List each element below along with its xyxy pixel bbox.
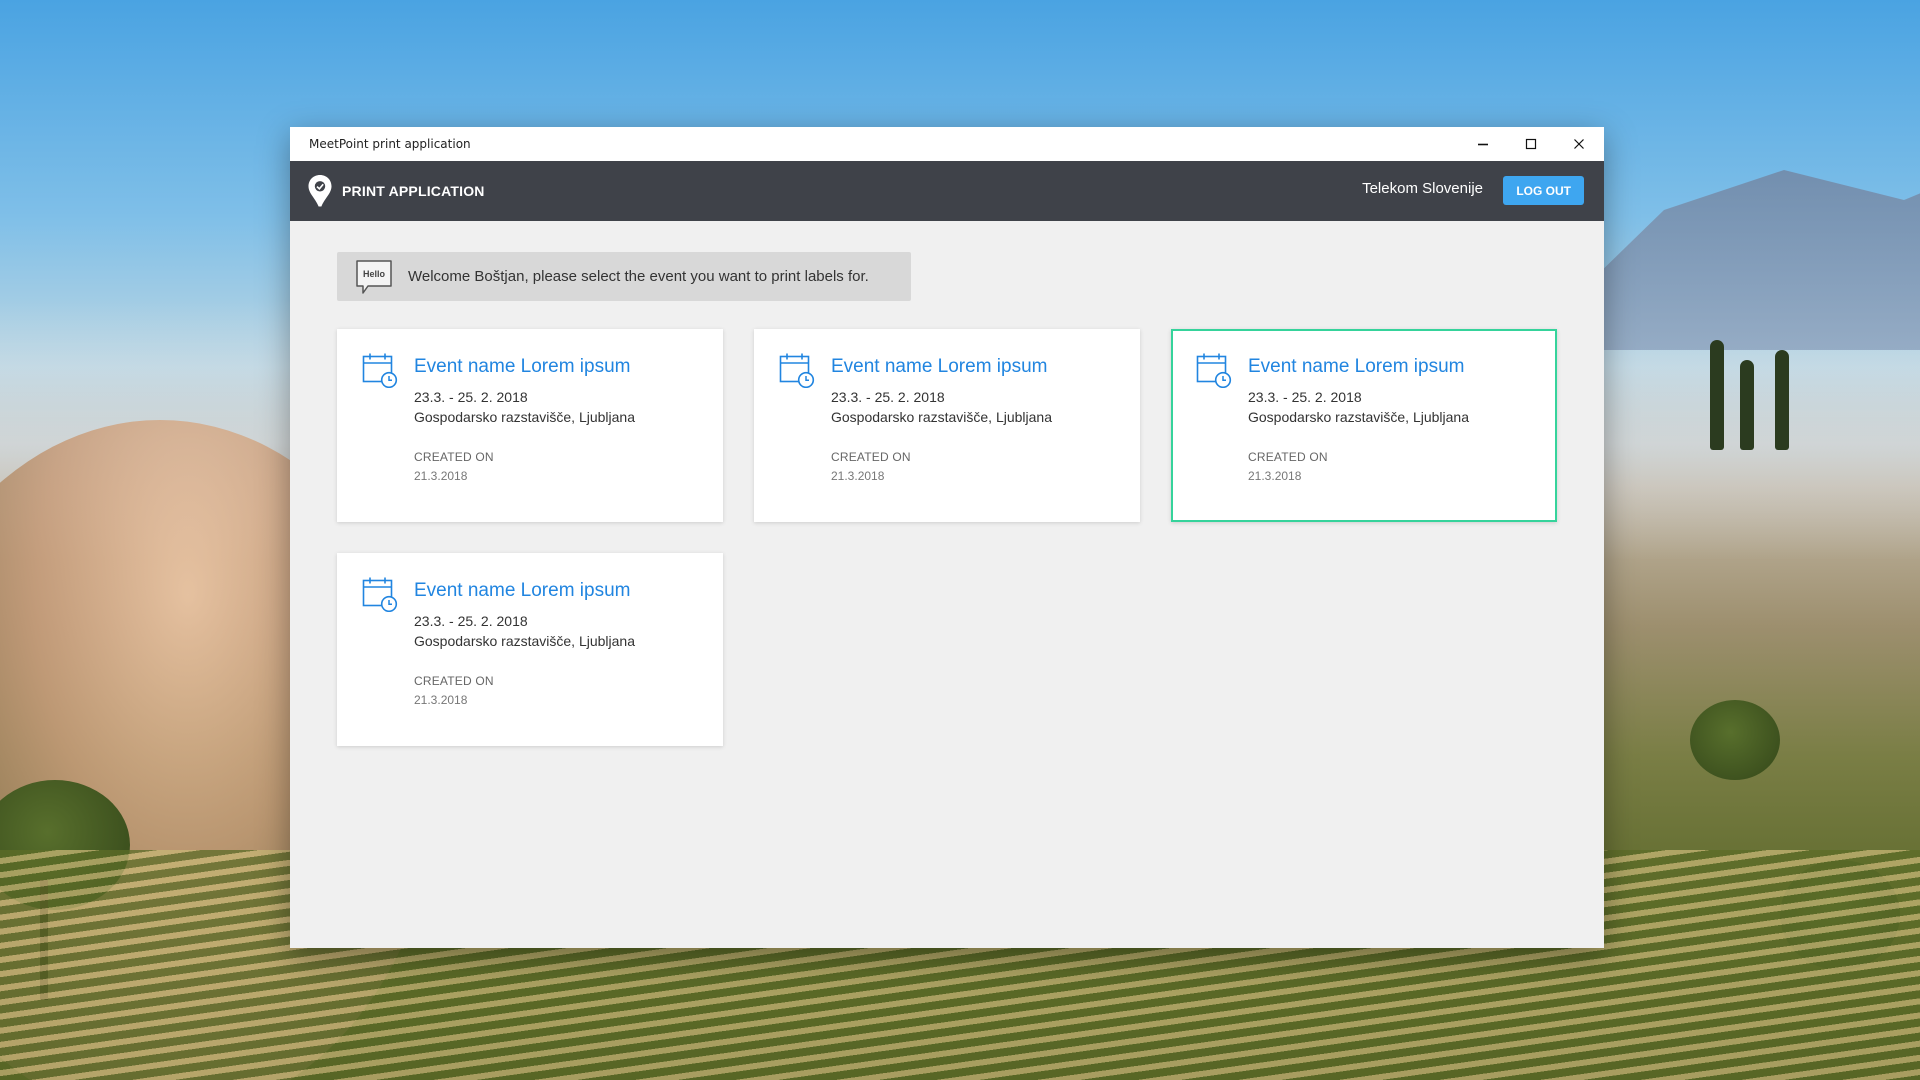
app-window: MeetPoint print application PRINT APPLIC… xyxy=(290,127,1604,948)
event-title[interactable]: Event name Lorem ipsum xyxy=(414,355,709,379)
close-button[interactable] xyxy=(1556,127,1602,161)
welcome-banner: Hello Welcome Boštjan, please select the… xyxy=(337,252,911,301)
event-card[interactable]: Event name Lorem ipsum 23.3. - 25. 2. 20… xyxy=(337,553,723,746)
created-on-date: 21.3.2018 xyxy=(414,469,468,483)
wallpaper-cypress xyxy=(1740,360,1754,450)
event-card[interactable]: Event name Lorem ipsum 23.3. - 25. 2. 20… xyxy=(754,329,1140,522)
calendar-clock-icon xyxy=(362,353,398,388)
event-venue: Gospodarsko razstavišče, Ljubljana xyxy=(1248,409,1470,425)
window-title: MeetPoint print application xyxy=(309,137,471,151)
close-icon xyxy=(1574,139,1584,149)
hello-badge-text: Hello xyxy=(363,269,386,279)
created-on-label: CREATED ON xyxy=(414,450,494,464)
event-venue: Gospodarsko razstavišče, Ljubljana xyxy=(831,409,1053,425)
app-title: PRINT APPLICATION xyxy=(342,183,485,199)
minimize-icon xyxy=(1478,143,1488,146)
event-card[interactable]: Event name Lorem ipsum 23.3. - 25. 2. 20… xyxy=(337,329,723,522)
event-card-selected[interactable]: Event name Lorem ipsum 23.3. - 25. 2. 20… xyxy=(1171,329,1557,522)
maximize-icon xyxy=(1525,138,1537,150)
wallpaper-cypress xyxy=(1710,340,1724,450)
event-title[interactable]: Event name Lorem ipsum xyxy=(831,355,1126,379)
window-titlebar[interactable]: MeetPoint print application xyxy=(290,127,1604,161)
event-title[interactable]: Event name Lorem ipsum xyxy=(1248,355,1543,379)
logout-button[interactable]: LOG OUT xyxy=(1503,176,1584,205)
created-on-date: 21.3.2018 xyxy=(831,469,885,483)
calendar-clock-icon xyxy=(1196,353,1232,388)
maximize-button[interactable] xyxy=(1508,127,1554,161)
calendar-clock-icon xyxy=(779,353,815,388)
hello-speech-bubble-icon: Hello xyxy=(356,259,392,294)
created-on-label: CREATED ON xyxy=(1248,450,1328,464)
event-venue: Gospodarsko razstavišče, Ljubljana xyxy=(414,409,636,425)
main-content: Hello Welcome Boštjan, please select the… xyxy=(290,221,1604,948)
event-dates: 23.3. - 25. 2. 2018 xyxy=(414,613,528,629)
created-on-label: CREATED ON xyxy=(414,674,494,688)
wallpaper-tree xyxy=(1690,700,1780,780)
app-header: PRINT APPLICATION Telekom Slovenije LOG … xyxy=(290,161,1604,221)
minimize-button[interactable] xyxy=(1460,127,1506,161)
location-pin-icon xyxy=(308,175,332,207)
created-on-label: CREATED ON xyxy=(831,450,911,464)
calendar-clock-icon xyxy=(362,577,398,612)
organization-name: Telekom Slovenije xyxy=(1362,180,1483,197)
event-venue: Gospodarsko razstavišče, Ljubljana xyxy=(414,633,636,649)
wallpaper-cypress xyxy=(1775,350,1789,450)
event-dates: 23.3. - 25. 2. 2018 xyxy=(1248,389,1362,405)
created-on-date: 21.3.2018 xyxy=(414,693,468,707)
event-dates: 23.3. - 25. 2. 2018 xyxy=(414,389,528,405)
event-title[interactable]: Event name Lorem ipsum xyxy=(414,579,709,603)
event-dates: 23.3. - 25. 2. 2018 xyxy=(831,389,945,405)
created-on-date: 21.3.2018 xyxy=(1248,469,1302,483)
welcome-message: Welcome Boštjan, please select the event… xyxy=(408,268,869,285)
